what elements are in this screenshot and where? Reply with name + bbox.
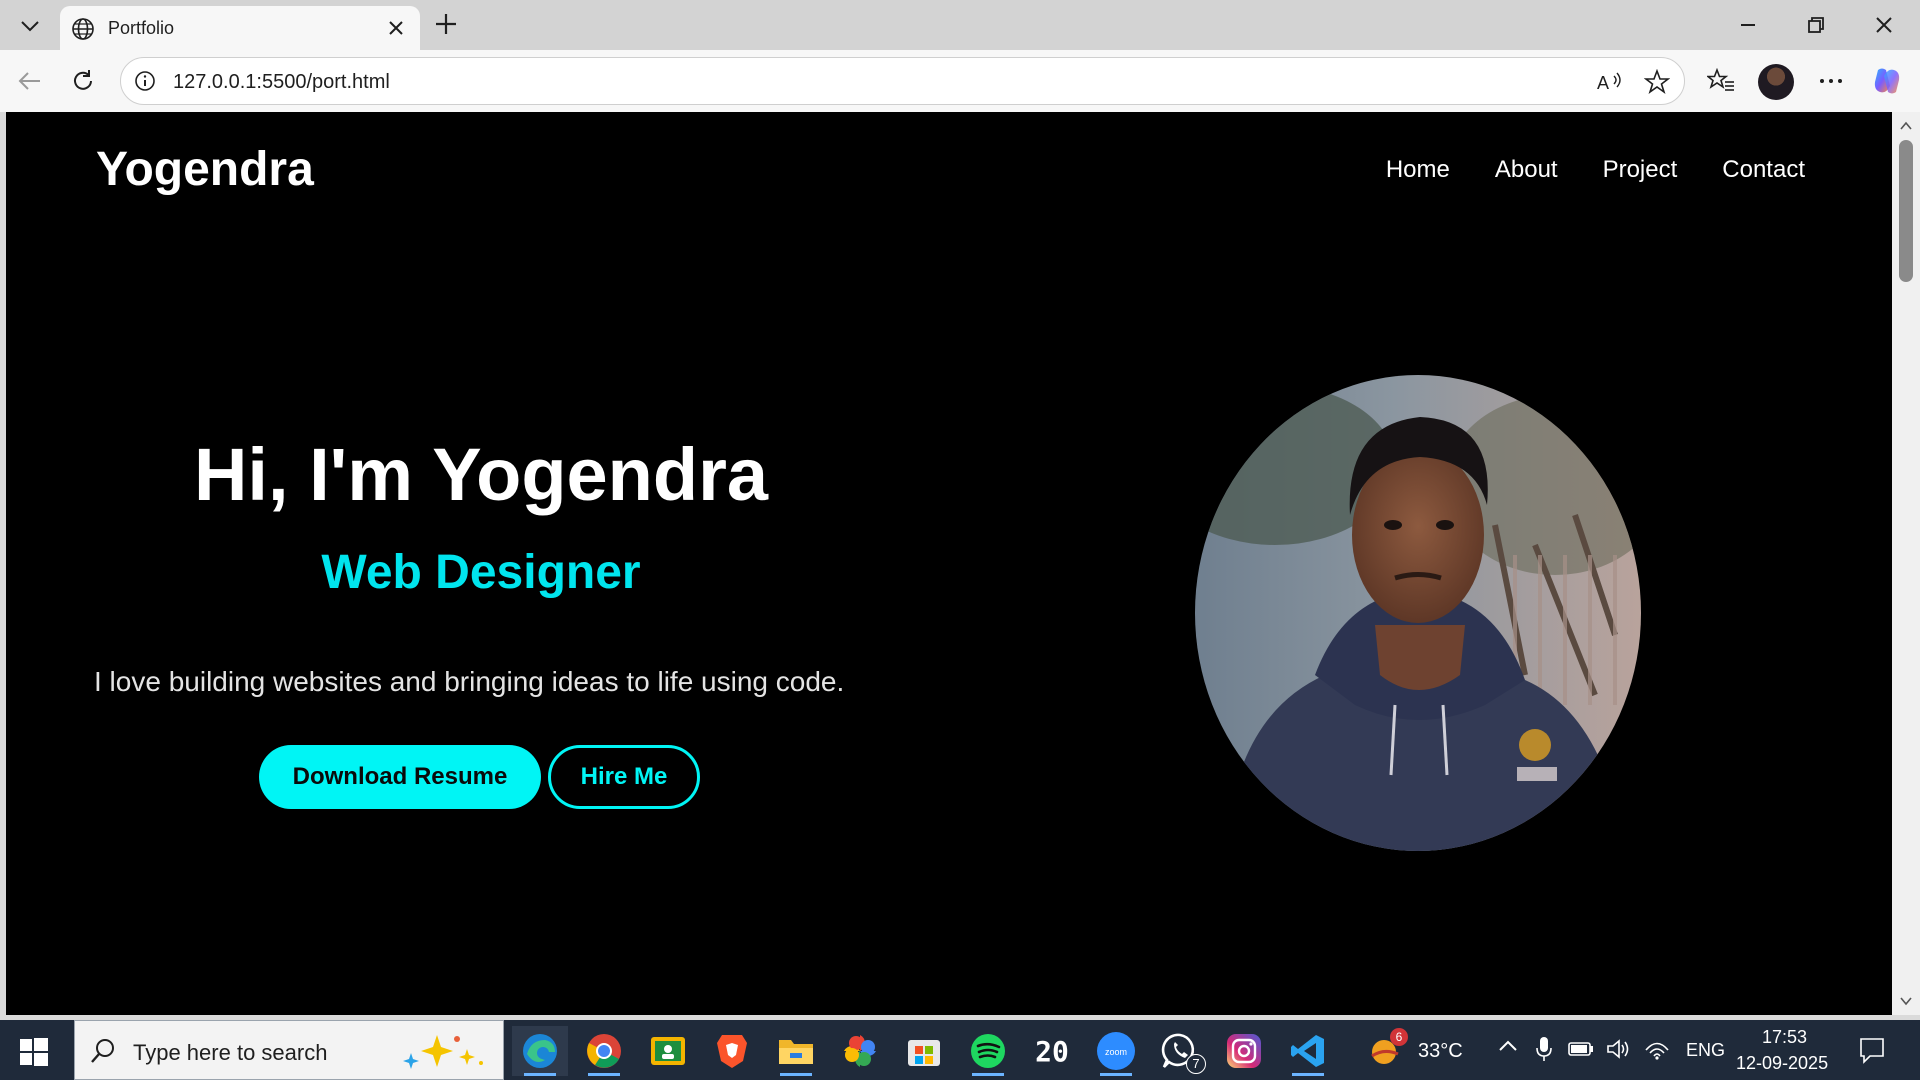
windows-start-icon[interactable] [14,1034,54,1068]
page-viewport: Yogendra Home About Project Contact Hi, … [6,112,1892,1015]
hire-me-button[interactable]: Hire Me [548,745,700,809]
photos-app-icon[interactable] [832,1026,888,1076]
spotify-app-icon[interactable] [960,1026,1016,1076]
url-text[interactable]: 127.0.0.1:5500/port.html [173,71,390,94]
active-indicator [524,1073,556,1076]
hero-description: I love building websites and bringing id… [94,666,845,697]
whatsapp-app-icon[interactable]: 7 [1152,1026,1208,1076]
microsoft-store-app-icon[interactable] [896,1026,952,1076]
microphone-icon[interactable] [1536,1036,1552,1067]
volume-icon[interactable] [1606,1038,1632,1065]
weather-badge: 6 [1390,1028,1408,1046]
wifi-icon[interactable] [1644,1038,1670,1065]
clock-date: 12-09-2025 [1736,1053,1829,1073]
browser-tab[interactable]: Portfolio [60,6,420,50]
show-hidden-icons-chevron-icon[interactable] [1498,1038,1518,1057]
svg-text:A: A [1597,73,1609,93]
favorite-star-icon[interactable] [1641,66,1673,98]
vscode-app-icon[interactable] [1280,1026,1336,1076]
nav-home[interactable]: Home [1386,156,1450,184]
language-indicator[interactable]: ENG [1686,1040,1725,1061]
main-nav: Home About Project Contact [1386,156,1805,184]
battery-icon[interactable] [1568,1040,1594,1063]
running-indicator [972,1073,1004,1076]
zoom-app-icon[interactable]: zoom [1088,1026,1144,1076]
site-logo[interactable]: Yogendra [96,142,314,197]
search-icon [89,1037,117,1065]
clock[interactable]: 17:53 12-09-2025 [1730,1024,1840,1076]
brave-app-icon[interactable] [704,1026,760,1076]
more-options-icon[interactable] [1812,62,1850,100]
edge-app-icon[interactable] [512,1026,568,1076]
classroom-app-icon[interactable] [640,1026,696,1076]
nav-contact[interactable]: Contact [1722,156,1805,184]
running-indicator [780,1073,812,1076]
search-placeholder: Type here to search [133,1040,328,1065]
nav-about[interactable]: About [1495,156,1558,184]
whatsapp-badge: 7 [1186,1054,1206,1074]
hero-role: Web Designer [321,546,641,599]
nav-project[interactable]: Project [1603,156,1678,184]
globe-icon [70,16,96,42]
tab-title: Portfolio [108,18,175,38]
download-resume-button[interactable]: Download Resume [259,745,541,809]
temperature-text: 33°C [1418,1040,1463,1062]
svg-text:zoom: zoom [1105,1047,1127,1057]
new-tab-icon[interactable] [430,8,462,40]
scroll-thumb[interactable] [1899,140,1913,282]
weather-widget[interactable]: 6 33°C [1366,1028,1486,1072]
running-indicator [1100,1073,1132,1076]
clock-time: 17:53 [1762,1027,1808,1047]
favorites-icon[interactable] [1702,62,1740,100]
scroll-down-arrow-icon[interactable] [1900,995,1912,1007]
notifications-icon[interactable] [1858,1036,1886,1069]
copilot-icon[interactable] [1868,62,1906,100]
browser-toolbar: 127.0.0.1:5500/port.html A [0,50,1920,112]
site-info-icon[interactable] [133,69,157,93]
scroll-up-arrow-icon[interactable] [1900,120,1912,132]
running-indicator [588,1073,620,1076]
refresh-icon[interactable] [64,62,102,100]
minimize-icon[interactable] [1722,6,1774,44]
restore-icon[interactable] [1790,6,1842,44]
taskbar-search-box[interactable]: Type here to search [74,1020,504,1080]
hero-title: Hi, I'm Yogendra [193,433,769,516]
calendar-day-text: 20 [1035,1034,1069,1068]
profile-photo [1195,375,1641,851]
back-arrow-icon[interactable] [10,62,48,100]
file-explorer-app-icon[interactable] [768,1026,824,1076]
instagram-app-icon[interactable] [1216,1026,1272,1076]
tab-actions-chevron-icon[interactable] [10,10,50,42]
calendar-app-icon[interactable]: 20 [1024,1026,1080,1076]
read-aloud-icon[interactable]: A [1594,66,1626,98]
close-window-icon[interactable] [1858,6,1910,44]
sparkle-icon [397,1031,493,1071]
vertical-scrollbar[interactable] [1892,112,1920,1015]
taskbar: Type here to search 20 zoom 7 6 33°C ENG… [0,1020,1920,1080]
chrome-app-icon[interactable] [576,1026,632,1076]
address-bar[interactable]: 127.0.0.1:5500/port.html A [120,57,1685,105]
profile-avatar[interactable] [1758,64,1794,100]
tab-bar: Portfolio [0,0,1920,50]
running-indicator [1292,1073,1324,1076]
close-tab-icon[interactable] [384,16,408,40]
